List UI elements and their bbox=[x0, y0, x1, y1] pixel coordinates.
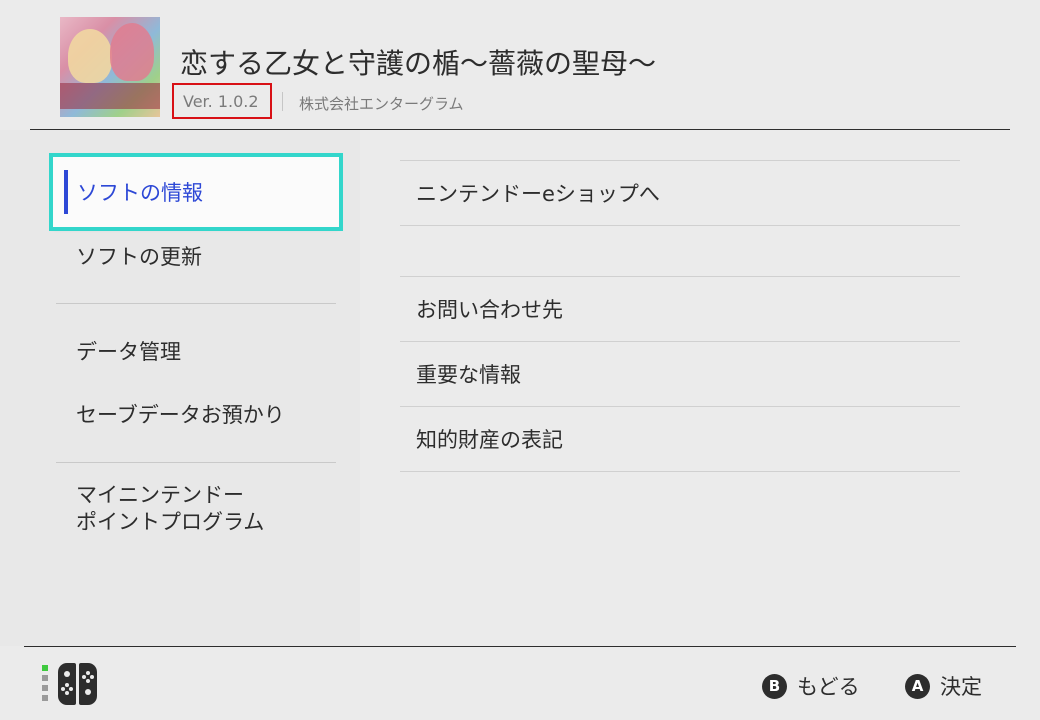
sidebar-item-label: ソフトの情報 bbox=[77, 181, 203, 205]
list-divider bbox=[400, 225, 960, 226]
game-icon-image bbox=[60, 17, 160, 117]
game-title: 恋する乙女と守護の楯～薔薇の聖母～ bbox=[180, 47, 657, 80]
icon-art-character-left bbox=[68, 29, 112, 83]
list-item-label: 重要な情報 bbox=[416, 363, 521, 387]
sidebar-item-label: データ管理 bbox=[76, 340, 181, 364]
player-indicator-light bbox=[42, 695, 48, 701]
sidebar-item-label: セーブデータお預かり bbox=[76, 403, 285, 427]
list-item-ip-notice[interactable]: 知的財産の表記 bbox=[400, 407, 960, 471]
sidebar-item-label-line1: マイニンテンドー bbox=[76, 483, 244, 507]
hint-label: 決定 bbox=[940, 675, 982, 699]
icon-art-logo-band bbox=[60, 83, 160, 109]
sidebar-item-software-info[interactable]: ソフトの情報 bbox=[49, 153, 343, 231]
list-item-label: お問い合わせ先 bbox=[416, 298, 563, 322]
b-button-icon: B bbox=[762, 673, 787, 699]
eshop-link-label: ニンテンドーeショップへ bbox=[416, 182, 660, 206]
selection-indicator bbox=[64, 170, 68, 214]
list-item-label: 知的財産の表記 bbox=[416, 428, 563, 452]
sidebar-item-software-update[interactable]: ソフトの更新 bbox=[56, 226, 336, 286]
meta-divider bbox=[282, 92, 283, 111]
confirm-button-hint[interactable]: A 決定 bbox=[905, 672, 982, 700]
player-indicator-light bbox=[42, 665, 48, 671]
list-item-important-info[interactable]: 重要な情報 bbox=[400, 342, 960, 406]
player-indicator-light bbox=[42, 685, 48, 691]
sidebar-item-label: ソフトの更新 bbox=[76, 245, 202, 269]
sidebar-item-label-line2: ポイントプログラム bbox=[76, 510, 265, 534]
sidebar-item-data-management[interactable]: データ管理 bbox=[56, 321, 336, 381]
list-item-contact[interactable]: お問い合わせ先 bbox=[400, 277, 960, 341]
joycon-right-icon bbox=[79, 663, 97, 705]
sidebar-divider bbox=[56, 303, 336, 304]
version-label: Ver. 1.0.2 bbox=[183, 92, 259, 111]
back-button-hint[interactable]: B もどる bbox=[762, 672, 860, 700]
sidebar-item-save-data-cloud[interactable]: セーブデータお預かり bbox=[56, 384, 336, 444]
header: 恋する乙女と守護の楯～薔薇の聖母～ Ver. 1.0.2 株式会社エンターグラム bbox=[0, 0, 1040, 130]
publisher-label: 株式会社エンターグラム bbox=[299, 95, 464, 113]
player-indicator-light bbox=[42, 675, 48, 681]
sidebar-item-my-nintendo-rewards[interactable]: マイニンテンドー ポイントプログラム bbox=[56, 477, 336, 541]
controller-status-icon bbox=[42, 662, 104, 706]
joycon-left-icon bbox=[58, 663, 76, 705]
hint-label: もどる bbox=[797, 675, 860, 699]
list-divider bbox=[400, 471, 960, 472]
icon-art-character-right bbox=[110, 23, 154, 81]
a-button-icon: A bbox=[905, 673, 930, 699]
sidebar-divider bbox=[56, 462, 336, 463]
footer-divider bbox=[24, 646, 1016, 647]
eshop-link[interactable]: ニンテンドーeショップへ bbox=[400, 161, 960, 225]
